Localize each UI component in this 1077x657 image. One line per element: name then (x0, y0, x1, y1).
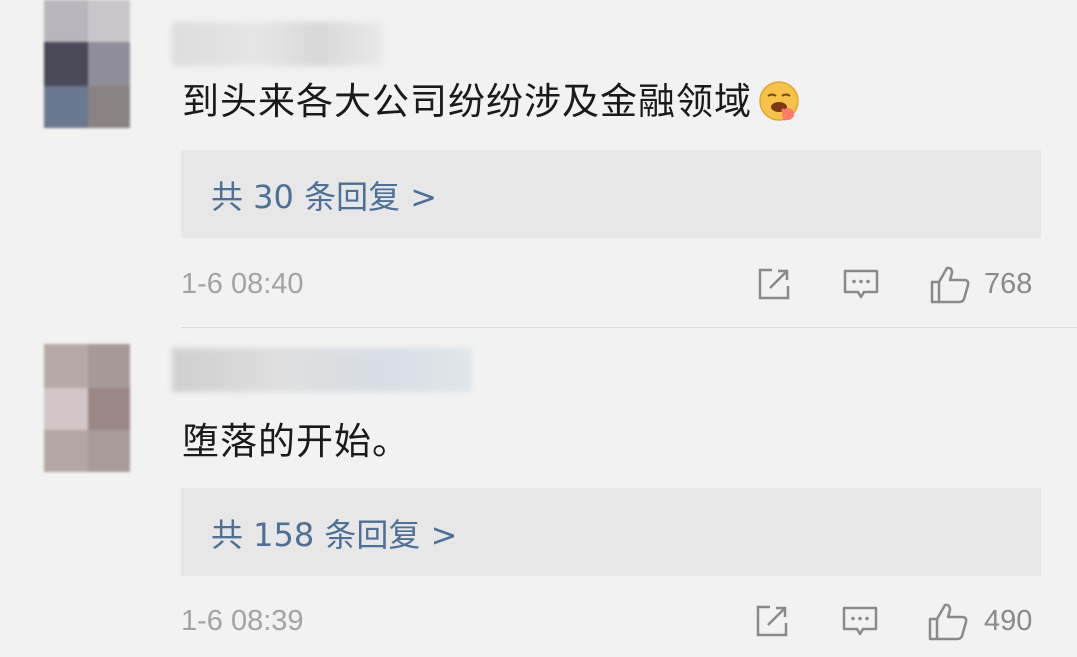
comment-text: 堕落的开始。 (182, 420, 410, 463)
like-count: 490 (984, 605, 1033, 637)
divider (181, 327, 1077, 328)
share-icon[interactable] (754, 264, 794, 308)
comment-text: 到头来各大公司纷纷涉及金融领域 (182, 80, 800, 125)
view-replies-link[interactable]: 共 158 条回复 > (211, 510, 457, 556)
view-replies-link[interactable]: 共 30 条回复 > (211, 172, 437, 218)
comment-item: 堕落的开始。 共 158 条回复 > 1-6 08:39 490 (0, 340, 1077, 657)
comment-meta: 1-6 08:40 768 (0, 264, 1077, 308)
replies-box[interactable]: 共 30 条回复 > (181, 150, 1041, 238)
share-icon[interactable] (752, 601, 792, 645)
comment-item: 到头来各大公司纷纷涉及金融领域 共 30 条回复 > 1-6 08:40 768 (0, 0, 1077, 327)
username-blurred[interactable] (172, 22, 382, 66)
replies-box[interactable]: 共 158 条回复 > (181, 488, 1041, 576)
timestamp: 1-6 08:40 (181, 268, 304, 300)
avatar[interactable] (44, 344, 130, 472)
thumbs-up-icon[interactable] (928, 264, 972, 310)
comment-icon[interactable] (840, 601, 880, 645)
timestamp: 1-6 08:39 (181, 605, 304, 637)
drooling-face-emoji-icon (758, 80, 800, 122)
username-blurred[interactable] (172, 348, 472, 392)
avatar[interactable] (44, 0, 130, 128)
like-count: 768 (984, 268, 1033, 300)
thumbs-up-icon[interactable] (926, 601, 970, 647)
comment-icon[interactable] (841, 264, 881, 308)
comment-meta: 1-6 08:39 490 (0, 601, 1077, 645)
